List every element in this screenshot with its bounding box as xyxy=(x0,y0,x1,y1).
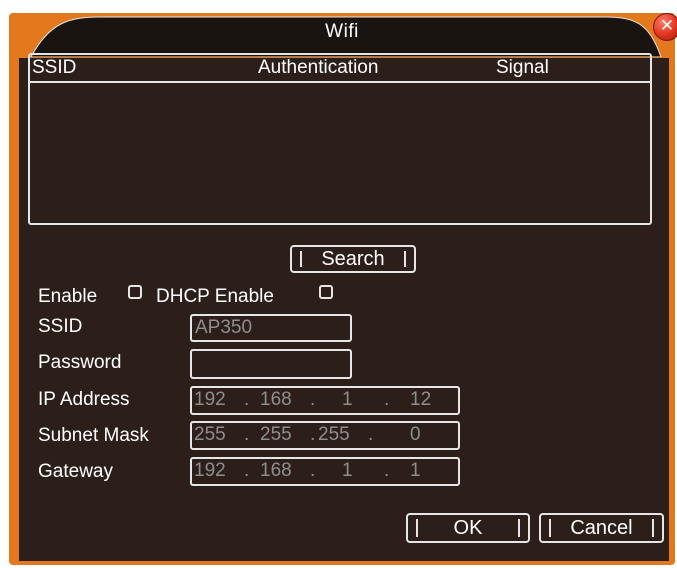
mask-dot-2: . xyxy=(310,424,316,445)
subnet-mask-label: Subnet Mask xyxy=(38,425,149,446)
network-list[interactable]: SSID Authentication Signal xyxy=(28,53,652,225)
column-ssid[interactable]: SSID xyxy=(32,57,76,79)
close-icon[interactable]: ✕ xyxy=(653,13,677,41)
ip-octet-3: 1 xyxy=(342,389,353,410)
mask-octet-2: 255 xyxy=(260,424,292,445)
gateway-octet-2: 168 xyxy=(260,460,292,481)
dhcp-enable-checkbox[interactable] xyxy=(319,285,333,299)
ip-address-input[interactable]: 192 . 168 . 1 . 12 xyxy=(190,386,460,415)
mask-octet-1: 255 xyxy=(194,424,226,445)
mask-dot-1: . xyxy=(244,424,250,445)
gateway-octet-4: 1 xyxy=(410,460,421,481)
gateway-octet-1: 192 xyxy=(194,460,226,481)
ip-dot-3: . xyxy=(384,389,390,410)
password-input[interactable] xyxy=(190,349,352,379)
ip-octet-1: 192 xyxy=(194,389,226,410)
enable-checkbox[interactable] xyxy=(128,285,142,299)
ip-dot-1: . xyxy=(244,389,250,410)
gateway-input[interactable]: 192 . 168 . 1 . 1 xyxy=(190,457,460,486)
gateway-octet-3: 1 xyxy=(342,460,353,481)
enable-label: Enable xyxy=(38,286,98,307)
ssid-label: SSID xyxy=(38,316,83,337)
gateway-dot-2: . xyxy=(310,460,316,481)
column-signal[interactable]: Signal xyxy=(496,57,549,79)
ip-address-label: IP Address xyxy=(38,389,130,410)
ok-button[interactable]: OK xyxy=(406,513,530,543)
gateway-dot-1: . xyxy=(244,460,250,481)
column-authentication[interactable]: Authentication xyxy=(258,57,378,79)
subnet-mask-input[interactable]: 255 . 255 . 255 . 0 xyxy=(190,421,460,450)
ssid-input[interactable]: AP350 xyxy=(190,314,352,342)
mask-octet-3: 255 xyxy=(318,424,350,445)
window-title: Wifi xyxy=(325,21,359,42)
mask-dot-3: . xyxy=(368,424,374,445)
dhcp-enable-label: DHCP Enable xyxy=(156,286,274,307)
gateway-label: Gateway xyxy=(38,461,113,482)
cancel-button[interactable]: Cancel xyxy=(539,513,664,543)
password-label: Password xyxy=(38,352,122,373)
ip-dot-2: . xyxy=(310,389,316,410)
network-list-header: SSID Authentication Signal xyxy=(30,55,650,83)
ip-octet-4: 12 xyxy=(410,389,432,410)
search-button[interactable]: Search xyxy=(290,245,416,273)
ip-octet-2: 168 xyxy=(260,389,292,410)
mask-octet-4: 0 xyxy=(410,424,421,445)
gateway-dot-3: . xyxy=(384,460,390,481)
